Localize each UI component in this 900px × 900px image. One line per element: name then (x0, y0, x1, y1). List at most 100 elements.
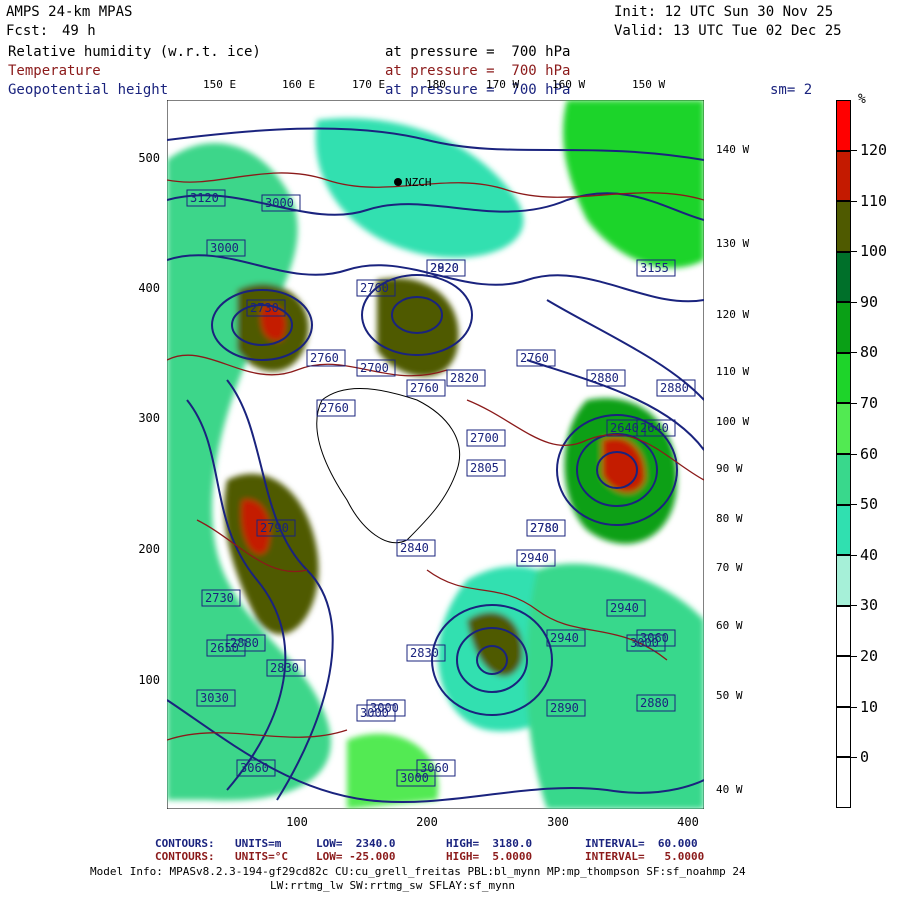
lon-label-top: 160 E (282, 78, 316, 91)
height-label: 3060 (420, 761, 449, 775)
lon-label-top: 150 W (632, 78, 666, 91)
height-label: 2760 (410, 381, 439, 395)
height-label: 2830 (410, 646, 439, 660)
contour2-high: HIGH= 5.0000 (446, 850, 533, 863)
colorbar-tick-label: 60 (860, 444, 879, 463)
colorbar-tick (851, 200, 857, 202)
contour2-label: CONTOURS: (155, 850, 215, 863)
colorbar-segment (836, 555, 851, 606)
colorbar-segment (836, 100, 851, 151)
valid-time: Valid: 13 UTC Tue 02 Dec 25 (614, 23, 842, 39)
height-label: 2760 (320, 401, 349, 415)
lon-label-top: 150 E (203, 78, 237, 91)
colorbar-tick (851, 757, 857, 759)
height-label: 2940 (520, 551, 549, 565)
colorbar-tick-label: 40 (860, 545, 879, 564)
field-height-level: at pressure = 700 hPa (385, 82, 571, 98)
colorbar-tick-label: 20 (860, 647, 879, 665)
lon-label-right: 130 W (716, 237, 750, 250)
height-label: 3000 (360, 706, 389, 720)
colorbar-tick-label: 0 (860, 748, 870, 767)
height-label: 2890 (550, 701, 579, 715)
colorbar-segment (836, 201, 851, 252)
field-height-name: Geopotential height (8, 82, 169, 98)
colorbar-segment (836, 656, 851, 707)
colorbar-tick-label: 90 (860, 292, 879, 311)
height-label: 2700 (360, 361, 389, 375)
colorbar-segment (836, 757, 851, 808)
contour1-high: HIGH= 3180.0 (446, 837, 533, 850)
height-label: 3000 (265, 196, 294, 210)
colorbar-segment (836, 403, 851, 454)
colorbar-tick (851, 403, 857, 404)
x-tick-label: 300 (547, 815, 569, 829)
colorbar-unit: % (858, 92, 866, 107)
colorbar-tick (851, 352, 857, 354)
height-label: 2940 (550, 631, 579, 645)
model-info-line1: Model Info: MPASv8.2.3-194-gf29cd82c CU:… (90, 865, 746, 878)
contour1-label: CONTOURS: (155, 837, 215, 850)
height-label: 2880 (230, 636, 259, 650)
height-label: 3155 (640, 261, 669, 275)
y-tick-label: 400 (138, 281, 160, 295)
colorbar-segment (836, 504, 851, 556)
height-label: 2805 (470, 461, 499, 475)
height-label: 2640 (610, 421, 639, 435)
contour2-units: UNITS=°C (235, 850, 288, 863)
colorbar-tick (851, 453, 857, 455)
colorbar-tick (851, 656, 857, 657)
lon-label-top: 170 E (352, 78, 386, 91)
x-tick-label: 400 (677, 815, 699, 829)
height-label: 2760 (520, 351, 549, 365)
lon-label-top: 170 W (486, 78, 520, 91)
colorbar-tick (851, 251, 857, 253)
contour1-interval: INTERVAL= 60.000 (585, 837, 698, 850)
forecast-hour: 49 h (62, 23, 96, 39)
height-label: 3000 (210, 241, 239, 255)
colorbar-segment (836, 605, 851, 657)
lon-label-right: 120 W (716, 308, 750, 321)
height-label: 2840 (400, 541, 429, 555)
colorbar-segment (836, 454, 851, 505)
station-marker (394, 178, 402, 186)
height-label: 2780 (530, 521, 559, 535)
height-label: 3030 (200, 691, 229, 705)
field-rh-name: Relative humidity (w.r.t. ice) (8, 44, 261, 60)
colorbar-tick-label: 110 (860, 191, 888, 210)
field-temp-name: Temperature (8, 63, 101, 79)
height-label: 2820 (430, 261, 459, 275)
y-tick-label: 300 (138, 411, 160, 425)
field-temp-level: at pressure = 700 hPa (385, 63, 571, 79)
init-time: Init: 12 UTC Sun 30 Nov 25 (614, 4, 834, 20)
contour2-interval: INTERVAL= 5.0000 (585, 850, 705, 863)
colorbar-tick-label: 70 (860, 394, 879, 412)
height-label: 2880 (590, 371, 619, 385)
contour2-low: LOW= -25.000 (316, 850, 396, 863)
contour1-units: UNITS=m (235, 837, 282, 850)
colorbar-segment (836, 352, 851, 404)
colorbar-segment (836, 706, 851, 758)
model-title: AMPS 24-km MPAS (6, 4, 133, 20)
height-label: 2880 (660, 381, 689, 395)
colorbar-tick (851, 605, 857, 607)
height-label: 3000 (630, 636, 659, 650)
station-label: NZCH (405, 176, 432, 189)
colorbar-tick (851, 150, 857, 151)
colorbar-segment (836, 251, 851, 303)
lon-label-top: 160 W (552, 78, 586, 91)
colorbar-tick-label: 100 (860, 242, 888, 261)
height-label: 2940 (610, 601, 639, 615)
x-tick-label: 200 (416, 815, 438, 829)
y-tick-label: 500 (138, 151, 160, 165)
lon-label-top: 180 (426, 78, 446, 91)
colorbar (836, 100, 851, 808)
lon-label-right: 100 W (716, 415, 750, 428)
height-label: 2830 (270, 661, 299, 675)
colorbar-tick-label: 10 (860, 697, 879, 716)
lon-label-right: 80 W (716, 512, 743, 525)
height-label: 2730 (205, 591, 234, 605)
lon-label-right: 70 W (716, 561, 743, 574)
colorbar-tick-label: 50 (860, 495, 879, 514)
height-label: 2880 (640, 696, 669, 710)
colorbar-segment (836, 150, 851, 202)
